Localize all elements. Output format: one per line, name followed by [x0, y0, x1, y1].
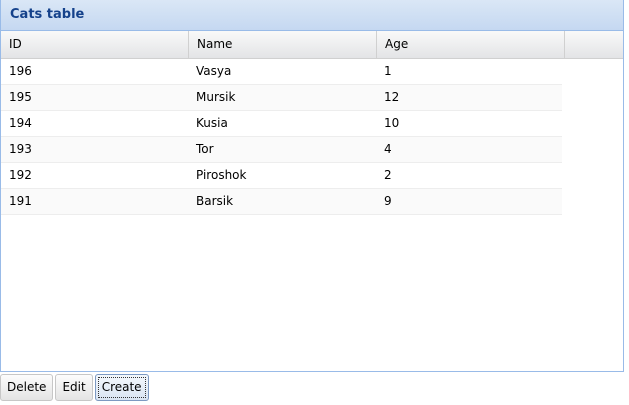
cell-name: Kusia: [196, 116, 228, 130]
cell-name: Tor: [196, 142, 214, 156]
grid-body: 196 Vasya 1 195 Mursik 12 194 Kusia 10 1…: [1, 59, 562, 215]
cell-age: 12: [384, 90, 400, 104]
cell-age: 9: [384, 194, 392, 208]
cell-name: Barsik: [196, 194, 234, 208]
column-header-name[interactable]: Name: [189, 31, 377, 59]
cell-age: 4: [384, 142, 392, 156]
cell-id: 192: [9, 168, 32, 182]
cell-id: 195: [9, 90, 32, 104]
panel-title: Cats table: [1, 0, 623, 31]
table-row[interactable]: 193 Tor 4: [1, 137, 562, 163]
cell-name: Piroshok: [196, 168, 247, 182]
cell-age: 1: [384, 64, 392, 78]
table-row[interactable]: 191 Barsik 9: [1, 189, 562, 215]
grid-header: ID Name Age: [1, 31, 623, 59]
table-row[interactable]: 192 Piroshok 2: [1, 163, 562, 189]
cell-age: 2: [384, 168, 392, 182]
cell-id: 194: [9, 116, 32, 130]
column-header-age[interactable]: Age: [377, 31, 565, 59]
table-row[interactable]: 196 Vasya 1: [1, 59, 562, 85]
cell-age: 10: [384, 116, 400, 130]
delete-button[interactable]: Delete: [0, 374, 54, 401]
create-button[interactable]: Create: [94, 374, 149, 401]
action-toolbar: Delete Edit Create: [0, 374, 151, 401]
cell-id: 193: [9, 142, 32, 156]
cell-id: 196: [9, 64, 32, 78]
cell-name: Vasya: [196, 64, 232, 78]
table-row[interactable]: 194 Kusia 10: [1, 111, 562, 137]
table-row[interactable]: 195 Mursik 12: [1, 85, 562, 111]
cell-name: Mursik: [196, 90, 236, 104]
edit-button[interactable]: Edit: [55, 374, 93, 401]
cats-table-panel: Cats table ID Name Age 196 Vasya 1 195 M…: [0, 0, 624, 372]
cell-id: 191: [9, 194, 32, 208]
column-header-filler: [565, 31, 623, 59]
column-header-id[interactable]: ID: [1, 31, 189, 59]
